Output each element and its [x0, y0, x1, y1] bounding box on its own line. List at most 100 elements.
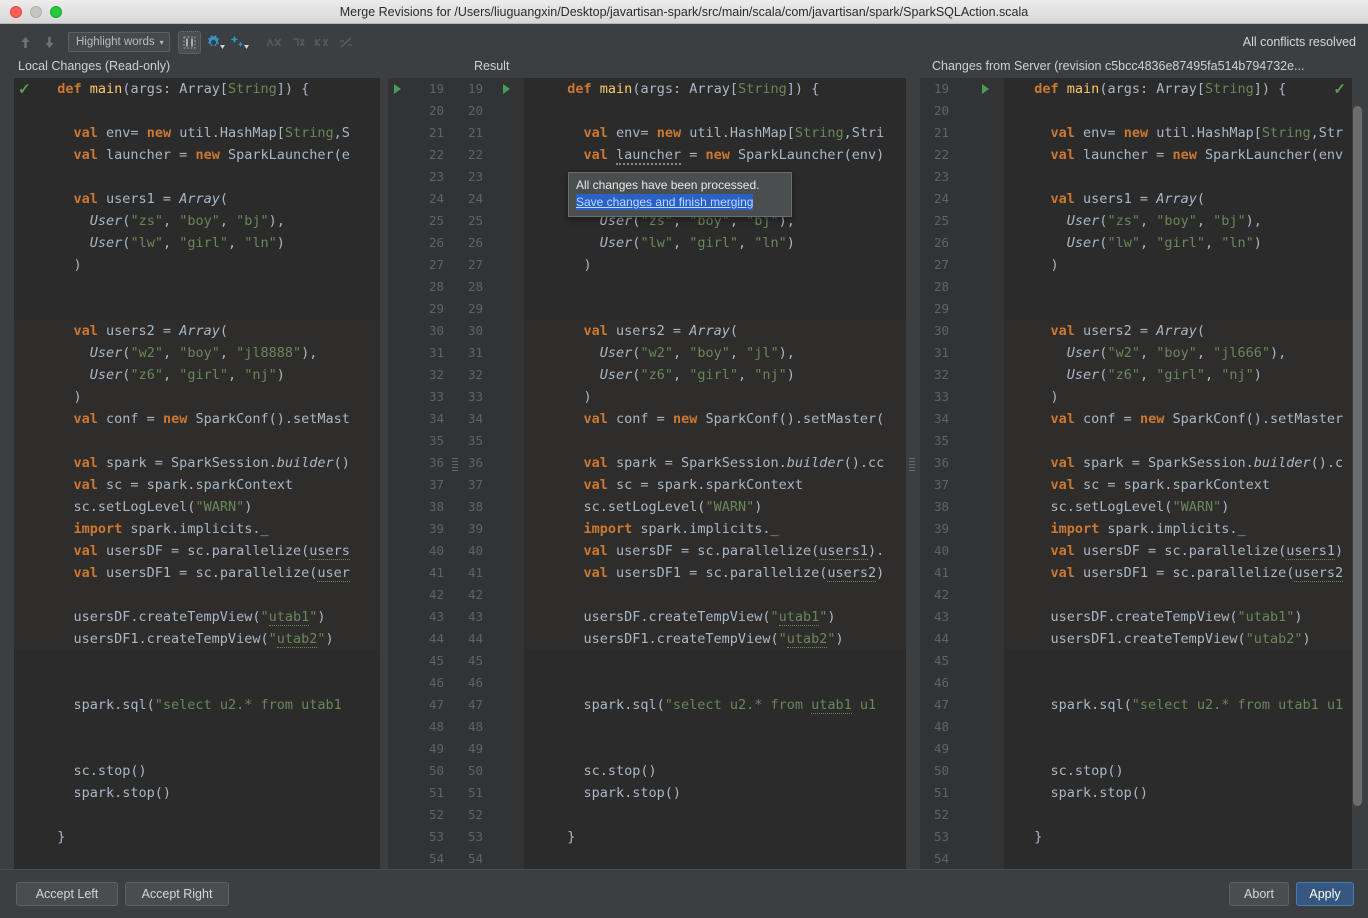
server-code-line-27: )	[1018, 257, 1059, 273]
result-code-line-29	[524, 298, 559, 320]
local-code-line-24: val users1 = Array(	[73, 191, 228, 207]
merge-toolbar: Highlight words ▾ All conflicts resolved	[0, 24, 1368, 60]
server-linenum-21: 21	[934, 125, 950, 140]
result-code-line-20	[524, 100, 559, 122]
server-linenum-36: 36	[934, 455, 950, 470]
accept-left-arrow-icon[interactable]	[394, 84, 401, 94]
right-scrollbar-thumb[interactable]	[1353, 106, 1362, 806]
server-linenum-19: 19	[934, 81, 950, 96]
server-code-line-25: User("zs", "boy", "bj"),	[1066, 213, 1262, 229]
abort-button[interactable]: Abort	[1229, 882, 1289, 906]
server-linenum-35: 35	[934, 433, 950, 448]
result-left-linenum-40: 40	[428, 543, 444, 558]
highlight-mode-label: Highlight words	[76, 36, 155, 48]
server-linenum-50: 50	[934, 763, 950, 778]
local-code-line-37: val sc = spark.sparkContext	[73, 477, 293, 493]
close-button-icon[interactable]	[10, 5, 22, 18]
accept-right-button[interactable]: Accept Right	[125, 882, 229, 906]
result-left-linenum-34: 34	[428, 411, 444, 426]
result-left-linenum-47: 47	[428, 697, 444, 712]
apply-button[interactable]: Apply	[1296, 882, 1354, 906]
result-left-linenum-44: 44	[428, 631, 444, 646]
accept-right-arrow-icon[interactable]	[503, 84, 510, 94]
server-linenum-28: 28	[934, 279, 950, 294]
result-left-linenum-53: 53	[428, 829, 444, 844]
server-code-line-21: val env= new util.HashMap[String,Str	[1050, 125, 1344, 141]
local-code-line-22: val launcher = new SparkLauncher(e	[73, 147, 350, 163]
result-left-linenum-37: 37	[428, 477, 444, 492]
result-right-linenum-29: 29	[468, 301, 484, 316]
result-right-linenum-21: 21	[468, 125, 484, 140]
right-resolved-check-icon: ✓	[1333, 81, 1346, 98]
result-right-linenum-35: 35	[468, 433, 484, 448]
result-left-linenum-29: 29	[428, 301, 444, 316]
result-left-linenum-46: 46	[428, 675, 444, 690]
server-linenum-29: 29	[934, 301, 950, 316]
local-code-line-25: User("zs", "boy", "bj"),	[89, 213, 285, 229]
apply-nonconflicting-icon[interactable]	[229, 31, 251, 53]
result-left-linenum-39: 39	[428, 521, 444, 536]
result-code-line-46	[524, 672, 559, 694]
server-code-line-48	[1004, 716, 1026, 738]
local-code-line-38: sc.setLogLevel("WARN")	[41, 499, 253, 515]
local-code-line-42	[14, 584, 49, 606]
result-right-linenum-46: 46	[468, 675, 484, 690]
server-code-line-51: spark.stop()	[1018, 785, 1149, 801]
result-code-line-47: spark.sql("select u2.* from utab1 u1	[551, 697, 877, 714]
result-left-linenum-31: 31	[428, 345, 444, 360]
server-linenum-25: 25	[934, 213, 950, 228]
local-changes-editor[interactable]: ✓ def main(args: Array[String]) { val en…	[14, 78, 380, 870]
accept-left-button[interactable]: Accept Left	[16, 882, 118, 906]
highlight-mode-dropdown[interactable]: Highlight words ▾	[68, 32, 170, 52]
result-right-linenum-41: 41	[468, 565, 484, 580]
result-right-linenum-38: 38	[468, 499, 484, 514]
result-code-line-27: )	[551, 257, 592, 273]
result-right-linenum-45: 45	[468, 653, 484, 668]
mid-left-change-stripe	[452, 457, 458, 471]
result-right-linenum-50: 50	[468, 763, 484, 778]
result-left-linenum-38: 38	[428, 499, 444, 514]
result-right-linenum-22: 22	[468, 147, 484, 162]
server-code-line-37: val sc = spark.sparkContext	[1050, 477, 1270, 493]
server-changes-editor[interactable]: ✓ def main(args: Array[String]) { val en…	[1004, 78, 1352, 870]
server-code-line-49	[1004, 738, 1026, 760]
server-linenum-20: 20	[934, 103, 950, 118]
local-code-line-50: sc.stop()	[41, 763, 147, 779]
server-linenum-26: 26	[934, 235, 950, 250]
pane-title-right: Changes from Server (revision c5bcc4836e…	[932, 59, 1305, 73]
server-code-line-31: User("w2", "boy", "jl666"),	[1066, 345, 1287, 361]
previous-difference-icon[interactable]	[14, 31, 36, 53]
server-accept-arrow-icon[interactable]	[982, 84, 989, 94]
result-right-linenum-52: 52	[468, 807, 484, 822]
server-linenum-38: 38	[934, 499, 950, 514]
zoom-button-icon[interactable]	[50, 5, 62, 18]
result-right-gutter: 19 20 21 22 23 24 25 26 27 28 29 30 31 32 33 34 35 36 37 38…	[454, 78, 524, 870]
local-code-line-27: )	[41, 257, 82, 273]
server-code-line-54	[1004, 848, 1026, 870]
local-code-line-43: usersDF.createTempView("utab1")	[41, 609, 326, 626]
local-code-line-36: val spark = SparkSession.builder()	[73, 455, 350, 471]
server-code-line-33: )	[1018, 389, 1059, 405]
server-linenum-33: 33	[934, 389, 950, 404]
result-right-linenum-26: 26	[468, 235, 484, 250]
chevron-down-icon: ▾	[159, 37, 164, 47]
result-code-line-19: def main(args: Array[String]) {	[567, 81, 820, 97]
next-difference-icon[interactable]	[38, 31, 60, 53]
result-code-line-23	[524, 166, 559, 188]
result-code-line-32: User("z6", "girl", "nj")	[599, 367, 795, 383]
result-right-linenum-20: 20	[468, 103, 484, 118]
window-titlebar: Merge Revisions for /Users/liuguangxin/D…	[0, 0, 1368, 24]
local-code-line-26: User("lw", "girl", "ln")	[89, 235, 285, 251]
local-code-line-23	[14, 166, 49, 188]
show-whitespace-toggle[interactable]	[177, 30, 201, 54]
minimize-button-icon[interactable]	[30, 5, 42, 18]
result-left-linenum-50: 50	[428, 763, 444, 778]
merge-revisions-window: Merge Revisions for /Users/liuguangxin/D…	[0, 0, 1368, 918]
settings-gear-icon[interactable]	[205, 31, 227, 53]
save-and-finish-merging-link[interactable]: Save changes and finish merging	[576, 194, 754, 210]
result-code-line-28	[524, 276, 559, 298]
result-right-linenum-24: 24	[468, 191, 484, 206]
result-left-gutter: 19 20 21 22 23 24 25 26 27 28 29 30 31 32 33 34 35 36 37 38…	[388, 78, 454, 870]
result-right-linenum-19: 19	[468, 81, 484, 96]
pane-title-left: Local Changes (Read-only)	[18, 59, 171, 73]
